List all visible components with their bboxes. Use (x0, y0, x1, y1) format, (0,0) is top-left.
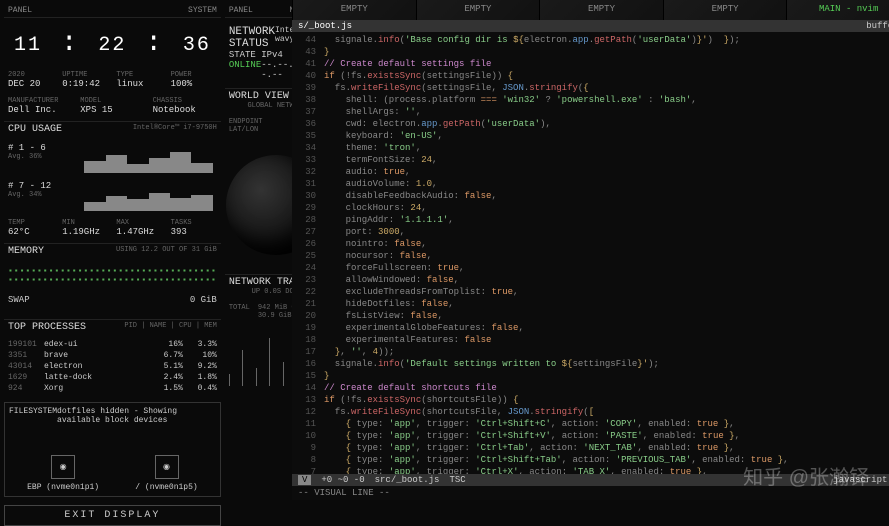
watermark: 知乎 @张瀚铎 (743, 461, 869, 490)
process-row[interactable]: 924Xorg1.5%0.4% (4, 383, 221, 394)
editor-tabs: EMPTY EMPTY EMPTY EMPTY MAIN - nvim (292, 0, 889, 20)
process-row[interactable]: 43014electron5.1%9.2% (4, 361, 221, 372)
tab-empty[interactable]: EMPTY (539, 0, 663, 20)
clock: 11 : 22 : 36 (4, 22, 221, 65)
proc-title: TOP PROCESSESPID | NAME | CPU | MEM (4, 319, 221, 335)
panel-header-left: PANELSYSTEM (4, 4, 221, 18)
disk-1[interactable]: ◉EBP (nvme0n1p1) (27, 455, 99, 492)
hw-row: MANUFACTURERDell Inc. MODELXPS 15 CHASSI… (4, 95, 221, 117)
file-bar: s/_boot.jsbuffers (292, 20, 889, 32)
process-row[interactable]: 199101edex-ui16%3.3% (4, 339, 221, 350)
tab-main[interactable]: MAIN - nvim (786, 0, 889, 20)
mem-title: MEMORYUSING 12.2 OUT OF 31 GiB (4, 243, 221, 259)
date-row: 2020DEC 20 UPTIME0:19:42 TYPElinux POWER… (4, 69, 221, 91)
cpu-graph-1 (80, 143, 217, 173)
cpu-title: CPU USAGEIntel®Core™ i7-9750H (4, 121, 221, 137)
mem-dots: ▪▪▪▪▪▪▪▪▪▪▪▪▪▪▪▪▪▪▪▪▪▪▪▪▪▪▪▪▪▪▪▪▪▪▪▪▪▪▪▪… (4, 263, 221, 289)
process-row[interactable]: 3351brave6.7%10% (4, 350, 221, 361)
filesystem: FILESYSTEMdotfiles hidden - Showing avai… (4, 402, 221, 497)
process-row[interactable]: 1629latte-dock2.4%1.8% (4, 372, 221, 383)
disk-icon: ◉ (155, 455, 179, 479)
code-editor[interactable]: 44 signale.info('Base config dir is ${el… (292, 32, 889, 474)
tab-empty[interactable]: EMPTY (292, 0, 416, 20)
disk-2[interactable]: ◉/ (nvme0n1p5) (135, 455, 197, 492)
disk-icon: ◉ (51, 455, 75, 479)
exit-button[interactable]: EXIT DISPLAY (4, 505, 221, 526)
tab-empty[interactable]: EMPTY (416, 0, 540, 20)
cpu-graph-2 (80, 181, 217, 211)
tab-empty[interactable]: EMPTY (663, 0, 787, 20)
